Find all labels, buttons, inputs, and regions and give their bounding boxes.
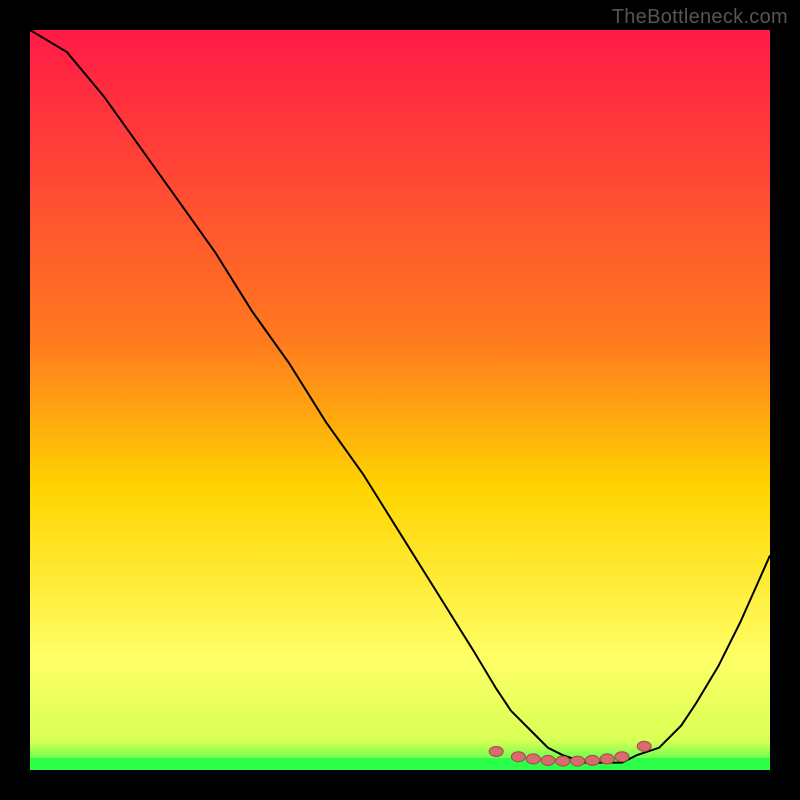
optimal-dot bbox=[637, 741, 651, 751]
watermark-text: TheBottleneck.com bbox=[612, 6, 788, 29]
plot-area bbox=[30, 30, 770, 770]
optimal-dot bbox=[489, 747, 503, 757]
gradient-background bbox=[30, 30, 770, 770]
optimal-dot bbox=[526, 754, 540, 764]
green-bottom-band bbox=[30, 758, 770, 770]
chart-stage: TheBottleneck.com bbox=[0, 0, 800, 800]
optimal-dot bbox=[541, 755, 555, 765]
optimal-dot bbox=[556, 756, 570, 766]
optimal-dot bbox=[600, 754, 614, 764]
optimal-dot bbox=[511, 752, 525, 762]
optimal-dot bbox=[615, 752, 629, 762]
optimal-dot bbox=[585, 755, 599, 765]
optimal-dot bbox=[571, 756, 585, 766]
plot-svg bbox=[30, 30, 770, 770]
